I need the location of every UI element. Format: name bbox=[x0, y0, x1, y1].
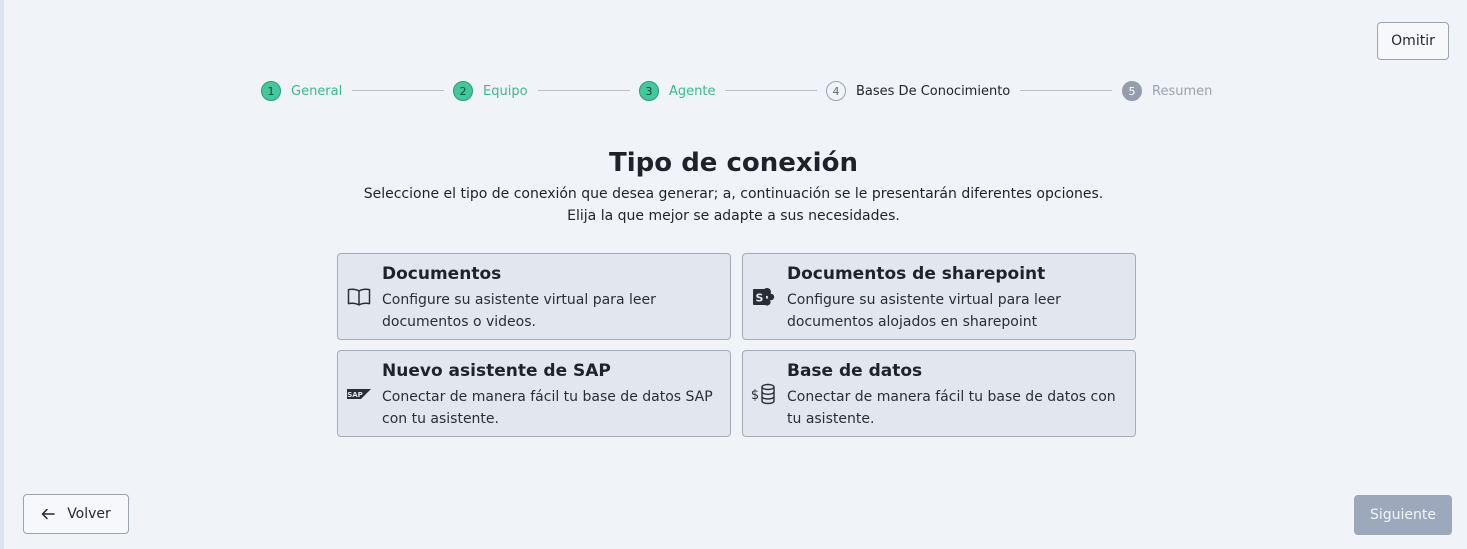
option-card-sharepoint[interactable]: S Documentos de sharepoint Configure su … bbox=[742, 253, 1136, 340]
step-connector bbox=[352, 90, 444, 91]
back-button[interactable]: Volver bbox=[23, 494, 129, 534]
sharepoint-icon: S bbox=[751, 286, 777, 308]
arrow-left-icon bbox=[41, 508, 55, 520]
step-label: Equipo bbox=[483, 83, 528, 99]
option-card-sap[interactable]: SAP Nuevo asistente de SAP Conectar de m… bbox=[337, 350, 731, 437]
option-card-base-de-datos[interactable]: $ Base de datos Conectar de manera fácil… bbox=[742, 350, 1136, 437]
step-connector bbox=[1020, 90, 1112, 91]
step-label: Resumen bbox=[1152, 83, 1213, 99]
step-label: General bbox=[291, 83, 343, 99]
next-button[interactable]: Siguiente bbox=[1354, 495, 1452, 535]
step-general: 1 General bbox=[261, 80, 342, 102]
back-button-label: Volver bbox=[67, 506, 111, 522]
database-dollar-icon: $ bbox=[751, 383, 777, 405]
step-number: 3 bbox=[639, 81, 659, 101]
step-number: 5 bbox=[1122, 81, 1142, 101]
step-number: 1 bbox=[261, 81, 281, 101]
page-subtitle: Seleccione el tipo de conexión que desea… bbox=[0, 183, 1467, 227]
svg-text:$: $ bbox=[751, 388, 759, 403]
step-connector bbox=[725, 90, 817, 91]
card-title: Nuevo asistente de SAP bbox=[382, 361, 611, 381]
card-title: Documentos de sharepoint bbox=[787, 264, 1046, 284]
step-number: 4 bbox=[826, 81, 846, 101]
progress-stepper: 1 General 2 Equipo 3 Agente 4 Bases De C… bbox=[0, 80, 1467, 102]
sap-icon: SAP bbox=[346, 383, 372, 405]
card-description: Conectar de manera fácil tu base de dato… bbox=[787, 389, 1116, 427]
step-bases-de-conocimiento: 4 Bases De Conocimiento bbox=[826, 80, 1010, 102]
skip-button[interactable]: Omitir bbox=[1377, 22, 1449, 60]
card-description: Conectar de manera fácil tu base de dato… bbox=[382, 389, 713, 427]
step-equipo: 2 Equipo bbox=[453, 80, 528, 102]
step-resumen: 5 Resumen bbox=[1122, 80, 1212, 102]
card-description: Configure su asistente virtual para leer… bbox=[382, 292, 656, 330]
book-icon bbox=[346, 286, 372, 308]
step-connector bbox=[538, 90, 630, 91]
sap-logo-text: SAP bbox=[347, 391, 363, 399]
step-label: Bases De Conocimiento bbox=[856, 83, 1011, 99]
page-title: Tipo de conexión bbox=[609, 148, 858, 178]
step-label: Agente bbox=[669, 83, 716, 99]
option-card-documentos[interactable]: Documentos Configure su asistente virtua… bbox=[337, 253, 731, 340]
card-title: Base de datos bbox=[787, 361, 923, 381]
step-agente: 3 Agente bbox=[639, 80, 715, 102]
card-title: Documentos bbox=[382, 264, 502, 284]
subtitle-line: Elija la que mejor se adapte a sus neces… bbox=[567, 208, 900, 224]
subtitle-line: Seleccione el tipo de conexión que desea… bbox=[363, 186, 1104, 202]
svg-text:S: S bbox=[756, 292, 764, 305]
step-number: 2 bbox=[453, 81, 473, 101]
card-description: Configure su asistente virtual para leer… bbox=[787, 292, 1061, 330]
